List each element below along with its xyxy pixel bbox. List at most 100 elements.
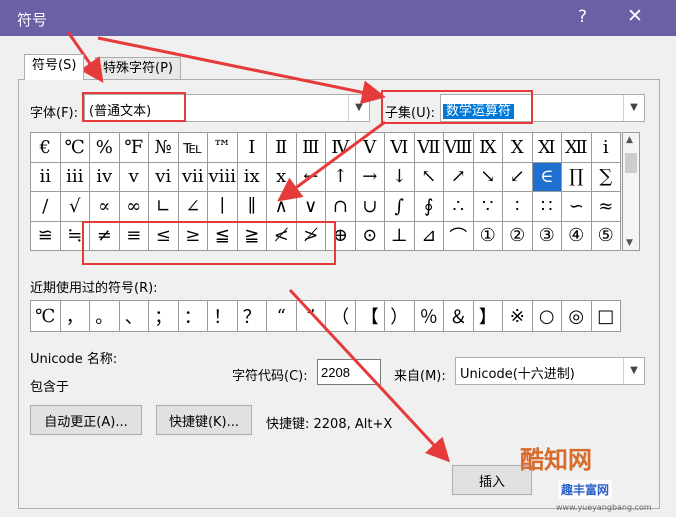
recent-symbol-cell[interactable]: ℃: [31, 301, 61, 332]
symbol-cell[interactable]: ⑤: [591, 221, 621, 251]
recent-symbol-cell[interactable]: ※: [503, 301, 533, 332]
symbol-cell[interactable]: ℉: [119, 133, 149, 163]
symbol-cell[interactable]: ⅶ: [178, 162, 208, 192]
symbol-cell[interactable]: ↗: [444, 162, 474, 192]
symbol-cell[interactable]: Ⅷ: [444, 133, 474, 163]
symbol-cell[interactable]: ∽: [562, 192, 592, 222]
symbol-cell[interactable]: ≧: [237, 221, 267, 251]
symbol-cell[interactable]: ™: [208, 133, 238, 163]
symbol-cell[interactable]: ≠: [90, 221, 120, 251]
symbol-cell[interactable]: ↙: [503, 162, 533, 192]
symbol-cell[interactable]: ③: [532, 221, 562, 251]
symbol-cell[interactable]: √: [60, 192, 90, 222]
symbol-cell[interactable]: ≒: [60, 221, 90, 251]
symbol-cell[interactable]: ≮: [267, 221, 297, 251]
symbol-cell[interactable]: ↑: [326, 162, 356, 192]
symbol-cell[interactable]: ℃: [60, 133, 90, 163]
symbol-cell[interactable]: ⅰ: [591, 133, 621, 163]
symbol-cell[interactable]: ≤: [149, 221, 179, 251]
recent-symbol-cell[interactable]: ！: [208, 301, 238, 332]
symbol-cell[interactable]: ∑: [591, 162, 621, 192]
chevron-down-icon[interactable]: ▼: [623, 358, 644, 384]
symbol-cell[interactable]: →: [355, 162, 385, 192]
recent-symbol-cell[interactable]: ：: [178, 301, 208, 332]
symbol-cell[interactable]: ⅸ: [237, 162, 267, 192]
recent-symbol-cell[interactable]: 】: [473, 301, 503, 332]
recent-symbol-cell[interactable]: ○: [532, 301, 562, 332]
symbol-cell[interactable]: ⅹ: [267, 162, 297, 192]
symbol-cell[interactable]: ⅲ: [60, 162, 90, 192]
symbol-cell[interactable]: ⅳ: [90, 162, 120, 192]
recent-symbol-cell[interactable]: ？: [237, 301, 267, 332]
recent-symbol-cell[interactable]: 【: [355, 301, 385, 332]
symbol-cell[interactable]: ≌: [31, 221, 61, 251]
subset-dropdown[interactable]: 数学运算符 ▼: [440, 94, 645, 122]
symbol-cell[interactable]: ⊙: [355, 221, 385, 251]
recent-symbol-cell[interactable]: ，: [60, 301, 90, 332]
symbol-cell[interactable]: Ⅹ: [503, 133, 533, 163]
recent-symbol-cell[interactable]: ）: [385, 301, 415, 332]
symbol-cell[interactable]: ←: [296, 162, 326, 192]
symbol-cell[interactable]: Ⅵ: [385, 133, 415, 163]
symbol-cell[interactable]: %: [90, 133, 120, 163]
symbol-cell[interactable]: Ⅴ: [355, 133, 385, 163]
symbol-cell[interactable]: ∩: [326, 192, 356, 222]
recent-symbol-cell[interactable]: 、: [119, 301, 149, 332]
symbol-cell[interactable]: ∣: [208, 192, 238, 222]
symbol-cell[interactable]: ↓: [385, 162, 415, 192]
symbol-cell[interactable]: ≯: [296, 221, 326, 251]
tab-symbols[interactable]: 符号(S): [24, 54, 85, 80]
symbol-cell[interactable]: Ⅶ: [414, 133, 444, 163]
symbol-cell[interactable]: ⊥: [385, 221, 415, 251]
recent-symbol-cell[interactable]: ；: [149, 301, 179, 332]
symbol-cell[interactable]: №: [149, 133, 179, 163]
symbol-cell[interactable]: ≦: [208, 221, 238, 251]
chevron-down-icon[interactable]: ▼: [623, 95, 644, 121]
recent-symbol-cell[interactable]: ◎: [562, 301, 592, 332]
symbol-cell[interactable]: Ⅻ: [562, 133, 592, 163]
symbol-cell[interactable]: Ⅺ: [532, 133, 562, 163]
help-icon[interactable]: ?: [578, 7, 587, 27]
recent-symbol-cell[interactable]: ”: [296, 301, 326, 332]
scroll-up-icon[interactable]: ▲: [626, 135, 633, 145]
symbol-cell[interactable]: ↖: [414, 162, 444, 192]
symbol-cell[interactable]: Ⅱ: [267, 133, 297, 163]
char-code-input[interactable]: [317, 359, 381, 385]
symbol-cell[interactable]: €: [31, 133, 61, 163]
symbol-cell[interactable]: ⊕: [326, 221, 356, 251]
from-dropdown[interactable]: Unicode(十六进制) ▼: [455, 357, 645, 385]
symbol-cell[interactable]: ∴: [444, 192, 474, 222]
symbol-cell[interactable]: ≈: [591, 192, 621, 222]
symbol-cell[interactable]: ①: [473, 221, 503, 251]
symbol-cell[interactable]: ∫: [385, 192, 415, 222]
symbol-cell[interactable]: ∮: [414, 192, 444, 222]
symbol-cell[interactable]: ∏: [562, 162, 592, 192]
symbol-cell[interactable]: ∧: [267, 192, 297, 222]
scroll-down-icon[interactable]: ▼: [626, 238, 633, 248]
symbol-cell[interactable]: ∟: [149, 192, 179, 222]
symbol-cell[interactable]: ⅱ: [31, 162, 61, 192]
symbol-cell[interactable]: ②: [503, 221, 533, 251]
symbol-cell[interactable]: ⅷ: [208, 162, 238, 192]
symbol-cell[interactable]: ≡: [119, 221, 149, 251]
symbol-cell[interactable]: ∈: [532, 162, 562, 192]
symbol-cell[interactable]: ∷: [532, 192, 562, 222]
symbol-cell[interactable]: ℡: [178, 133, 208, 163]
symbol-cell[interactable]: Ⅲ: [296, 133, 326, 163]
tab-special-characters[interactable]: 特殊字符(P): [95, 57, 181, 80]
autocorrect-button[interactable]: 自动更正(A)...: [30, 405, 142, 435]
shortcut-key-button[interactable]: 快捷键(K)...: [156, 405, 252, 435]
symbol-cell[interactable]: ∠: [178, 192, 208, 222]
symbol-cell[interactable]: Ⅳ: [326, 133, 356, 163]
symbol-cell[interactable]: ∨: [296, 192, 326, 222]
symbol-cell[interactable]: ④: [562, 221, 592, 251]
symbol-cell[interactable]: ⊿: [414, 221, 444, 251]
symbol-cell[interactable]: ∶: [503, 192, 533, 222]
grid-scrollbar[interactable]: ▲ ▼: [622, 132, 640, 251]
symbol-cell[interactable]: ∞: [119, 192, 149, 222]
recent-symbol-cell[interactable]: ＆: [444, 301, 474, 332]
scroll-thumb[interactable]: [625, 153, 637, 173]
symbol-cell[interactable]: ∪: [355, 192, 385, 222]
recent-symbol-cell[interactable]: “: [267, 301, 297, 332]
symbol-cell[interactable]: ≥: [178, 221, 208, 251]
